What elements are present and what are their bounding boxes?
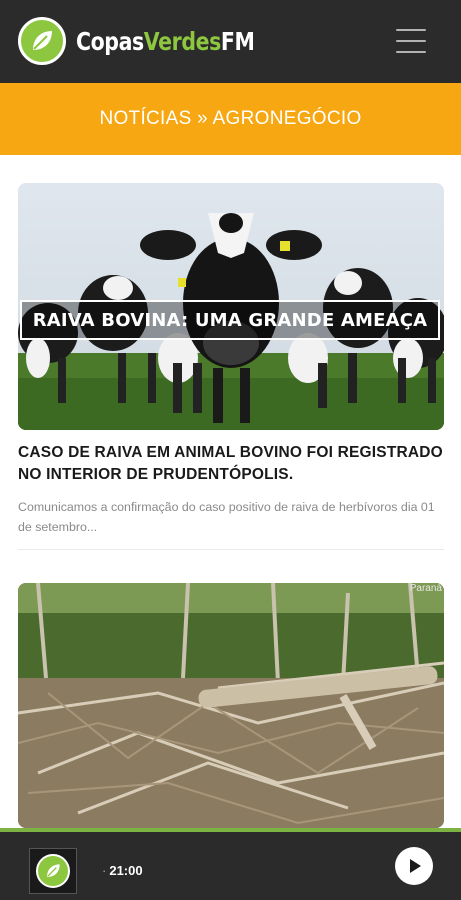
article-title[interactable]: CASO DE RAIVA EM ANIMAL BOVINO FOI REGIS…: [18, 442, 444, 486]
hamburger-menu-icon[interactable]: [396, 29, 426, 53]
logo-text-verdes: Verdes: [143, 26, 221, 56]
image-caption: RAIVA BOVINA: UMA GRANDE AMEAÇA: [32, 309, 428, 331]
leaf-logo-icon: [36, 854, 70, 888]
play-button[interactable]: [395, 847, 433, 885]
article-card[interactable]: RAIVA BOVINA: UMA GRANDE AMEAÇA CASO DE …: [18, 183, 444, 550]
divider: [18, 549, 444, 550]
image-watermark: Paraná: [409, 583, 442, 594]
article-card[interactable]: Paraná: [18, 583, 444, 828]
player-time: · 21:00: [102, 863, 143, 878]
player-thumbnail: [29, 848, 77, 894]
article-image[interactable]: RAIVA BOVINA: UMA GRANDE AMEAÇA: [18, 183, 444, 430]
radio-player: · 21:00: [0, 828, 461, 900]
logo[interactable]: CopasVerdesFM: [18, 17, 294, 65]
article-excerpt: Comunicamos a confirmação do caso positi…: [18, 500, 435, 534]
leaf-logo-icon: [18, 17, 66, 65]
play-icon: [410, 859, 421, 873]
logo-text-fm: FM: [220, 26, 255, 56]
app-header: CopasVerdesFM: [0, 0, 461, 83]
article-image[interactable]: Paraná: [18, 583, 444, 828]
image-caption-box: RAIVA BOVINA: UMA GRANDE AMEAÇA: [20, 300, 440, 340]
logo-text-copas: Copas: [76, 26, 144, 56]
category-bar: NOTÍCIAS » AGRONEGÓCIO: [0, 83, 461, 155]
category-title: NOTÍCIAS » AGRONEGÓCIO: [99, 108, 362, 129]
logo-wordmark: CopasVerdesFM: [76, 26, 255, 56]
player-time-value: 21:00: [109, 863, 143, 878]
